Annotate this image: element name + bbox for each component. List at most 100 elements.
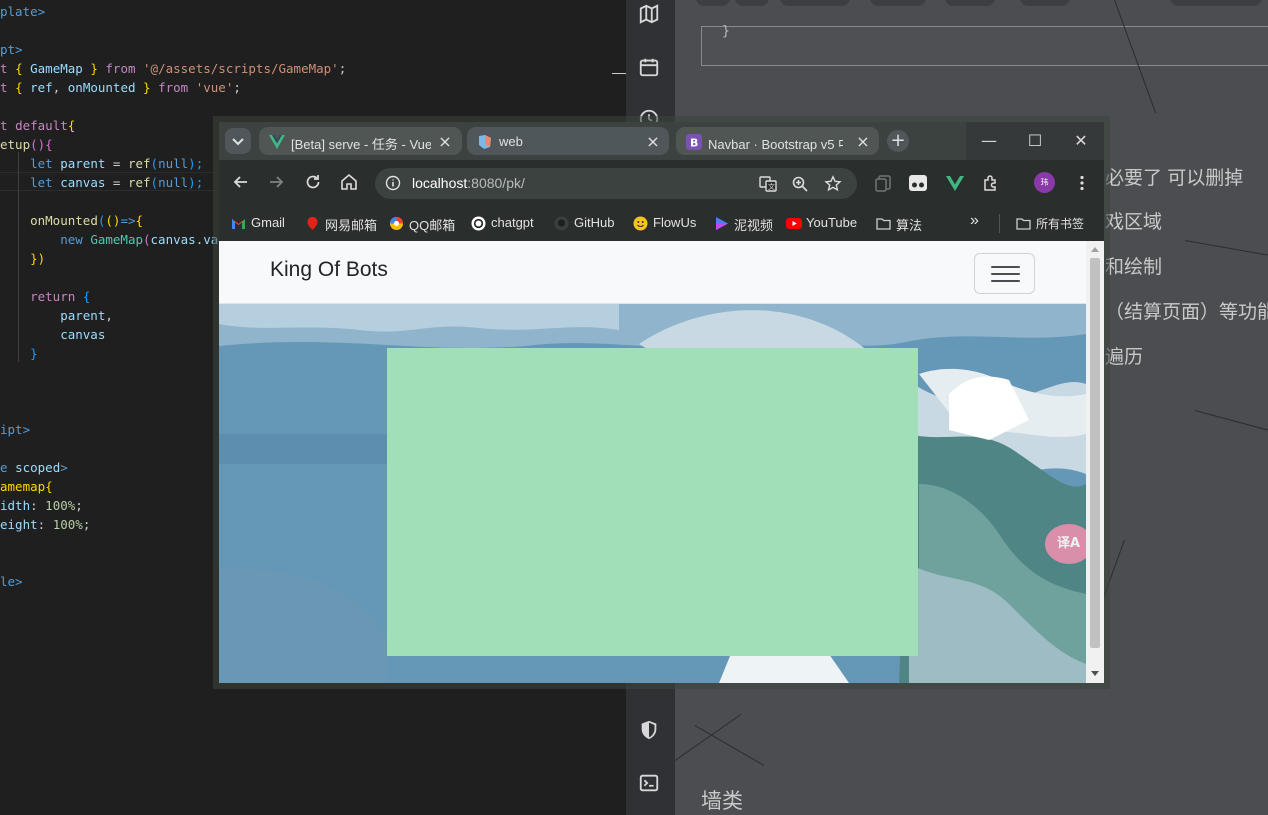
page-scrollbar[interactable]: [1086, 241, 1104, 683]
code-token: :: [30, 498, 46, 513]
toolbar-button[interactable]: [696, 0, 730, 6]
extensions-puzzle-icon[interactable]: [981, 173, 1001, 193]
close-tab-icon[interactable]: ×: [435, 132, 455, 152]
code-token: :: [37, 517, 53, 532]
code-token: (: [143, 232, 151, 247]
tab-groups-icon[interactable]: [874, 173, 894, 193]
close-window-button[interactable]: ✕: [1058, 122, 1104, 160]
code-line: plate>: [0, 2, 45, 21]
tab-search-button[interactable]: [225, 128, 251, 154]
calendar-icon[interactable]: [638, 56, 662, 80]
bookmark-label: FlowUs: [653, 215, 697, 230]
page-viewport[interactable]: King Of Bots 译A: [219, 241, 1086, 683]
svg-text:文: 文: [768, 182, 775, 191]
translate-float-button[interactable]: 译A: [1045, 524, 1086, 564]
close-tab-icon[interactable]: ×: [643, 132, 663, 152]
code-token: GameMap: [30, 61, 83, 76]
code-token: GameMap: [90, 232, 143, 247]
forward-button[interactable]: [266, 172, 286, 192]
game-map-area[interactable]: [387, 348, 918, 656]
vue-icon: [269, 134, 285, 150]
flowus-icon: [633, 216, 648, 231]
toolbar-button[interactable]: [1020, 0, 1070, 6]
minimize-button[interactable]: —: [966, 122, 1012, 160]
toolbar-button[interactable]: [945, 0, 995, 6]
translate-icon[interactable]: 文: [759, 175, 777, 193]
navbar-brand[interactable]: King Of Bots: [270, 258, 388, 282]
new-tab-button[interactable]: +: [887, 130, 909, 152]
bookmarks-overflow-button[interactable]: »: [970, 212, 979, 230]
terminal-icon[interactable]: [638, 772, 662, 796]
address-bar[interactable]: localhost:8080/pk/ 文: [375, 168, 857, 199]
tab-web-active[interactable]: web ×: [467, 127, 669, 155]
home-button[interactable]: [339, 172, 359, 192]
code-line: eight: 100%;: [0, 515, 90, 534]
code-token: pt>: [0, 42, 23, 57]
scroll-up-arrow[interactable]: [1091, 247, 1099, 252]
maximize-button[interactable]: ☐: [1012, 122, 1058, 160]
netease-mail-icon: [305, 216, 320, 231]
code-token: t: [0, 80, 16, 95]
code-token: 100%: [52, 517, 83, 532]
url-text[interactable]: localhost:8080/pk/: [412, 175, 525, 191]
toolbar-button[interactable]: [870, 0, 926, 6]
profile-avatar[interactable]: 玮: [1034, 172, 1055, 193]
code-token: le>: [0, 574, 23, 589]
tab-vue-serve[interactable]: [Beta] serve - 任务 - Vue ×: [259, 127, 462, 155]
code-token: default: [15, 118, 68, 133]
code-token: =: [105, 156, 128, 171]
code-token: let: [0, 175, 61, 190]
toolbar-button[interactable]: [780, 0, 850, 6]
map-icon[interactable]: [638, 3, 662, 27]
bookmark-label: chatgpt: [491, 215, 534, 230]
bookmark-label: 所有书签: [1036, 217, 1085, 231]
extension-glasses-icon[interactable]: [908, 173, 928, 193]
back-button[interactable]: [231, 172, 251, 192]
code-token: }: [0, 346, 38, 361]
code-token: ;: [233, 80, 241, 95]
code-token: {: [15, 80, 31, 95]
site-info-icon[interactable]: [385, 175, 401, 191]
tab-bootstrap-navbar[interactable]: B Navbar · Bootstrap v5 中 ×: [676, 127, 879, 155]
toolbar-button[interactable]: [735, 0, 769, 6]
note-line-4: （结算页面）等功能: [1105, 302, 1268, 323]
code-line: t { ref, onMounted } from 'vue';: [0, 78, 241, 97]
shield-icon[interactable]: [638, 719, 662, 743]
code-token: (): [30, 137, 46, 152]
code-token: {: [45, 137, 53, 152]
code-token: >: [60, 460, 68, 475]
code-line: }): [0, 249, 45, 268]
chevron-down-icon: [232, 138, 244, 146]
bookmark-label: 算法: [896, 218, 923, 233]
code-line: idth: 100%;: [0, 496, 83, 515]
code-token: new: [0, 232, 91, 247]
vue-devtools-icon[interactable]: [945, 173, 965, 193]
decor-line: [694, 725, 765, 766]
star-icon[interactable]: [824, 175, 842, 193]
code-token: (): [105, 213, 121, 228]
code-token: }): [0, 251, 46, 266]
code-token: (: [150, 156, 159, 171]
code-token: ipt>: [0, 422, 31, 437]
scrollbar-thumb[interactable]: [1090, 258, 1100, 648]
code-line: return {: [0, 287, 90, 306]
code-token: {: [15, 61, 31, 76]
tab-title: Navbar · Bootstrap v5 中: [708, 137, 843, 152]
more-menu-icon[interactable]: [1072, 173, 1092, 193]
scroll-down-arrow[interactable]: [1091, 671, 1099, 676]
code-line: t default{: [0, 116, 75, 135]
bookmark-label: QQ邮箱: [409, 218, 456, 233]
code-line: new GameMap(canvas.val: [0, 230, 226, 249]
browser-toolbar: localhost:8080/pk/ 文 玮: [219, 160, 1104, 205]
note-heading: 墙类: [701, 790, 743, 813]
code-line: t { GameMap } from '@/assets/scripts/Gam…: [0, 59, 346, 78]
reload-button[interactable]: [303, 172, 323, 192]
close-tab-icon[interactable]: ×: [853, 132, 873, 152]
decor-line: [675, 714, 742, 761]
zoom-icon[interactable]: [791, 175, 809, 193]
navbar-toggler-button[interactable]: [974, 253, 1035, 294]
code-token: );: [188, 156, 204, 171]
toolbar-button[interactable]: [1170, 0, 1262, 6]
note-line-2: 戏区域: [1105, 212, 1163, 233]
bookmark-label: 泥视频: [734, 218, 774, 233]
